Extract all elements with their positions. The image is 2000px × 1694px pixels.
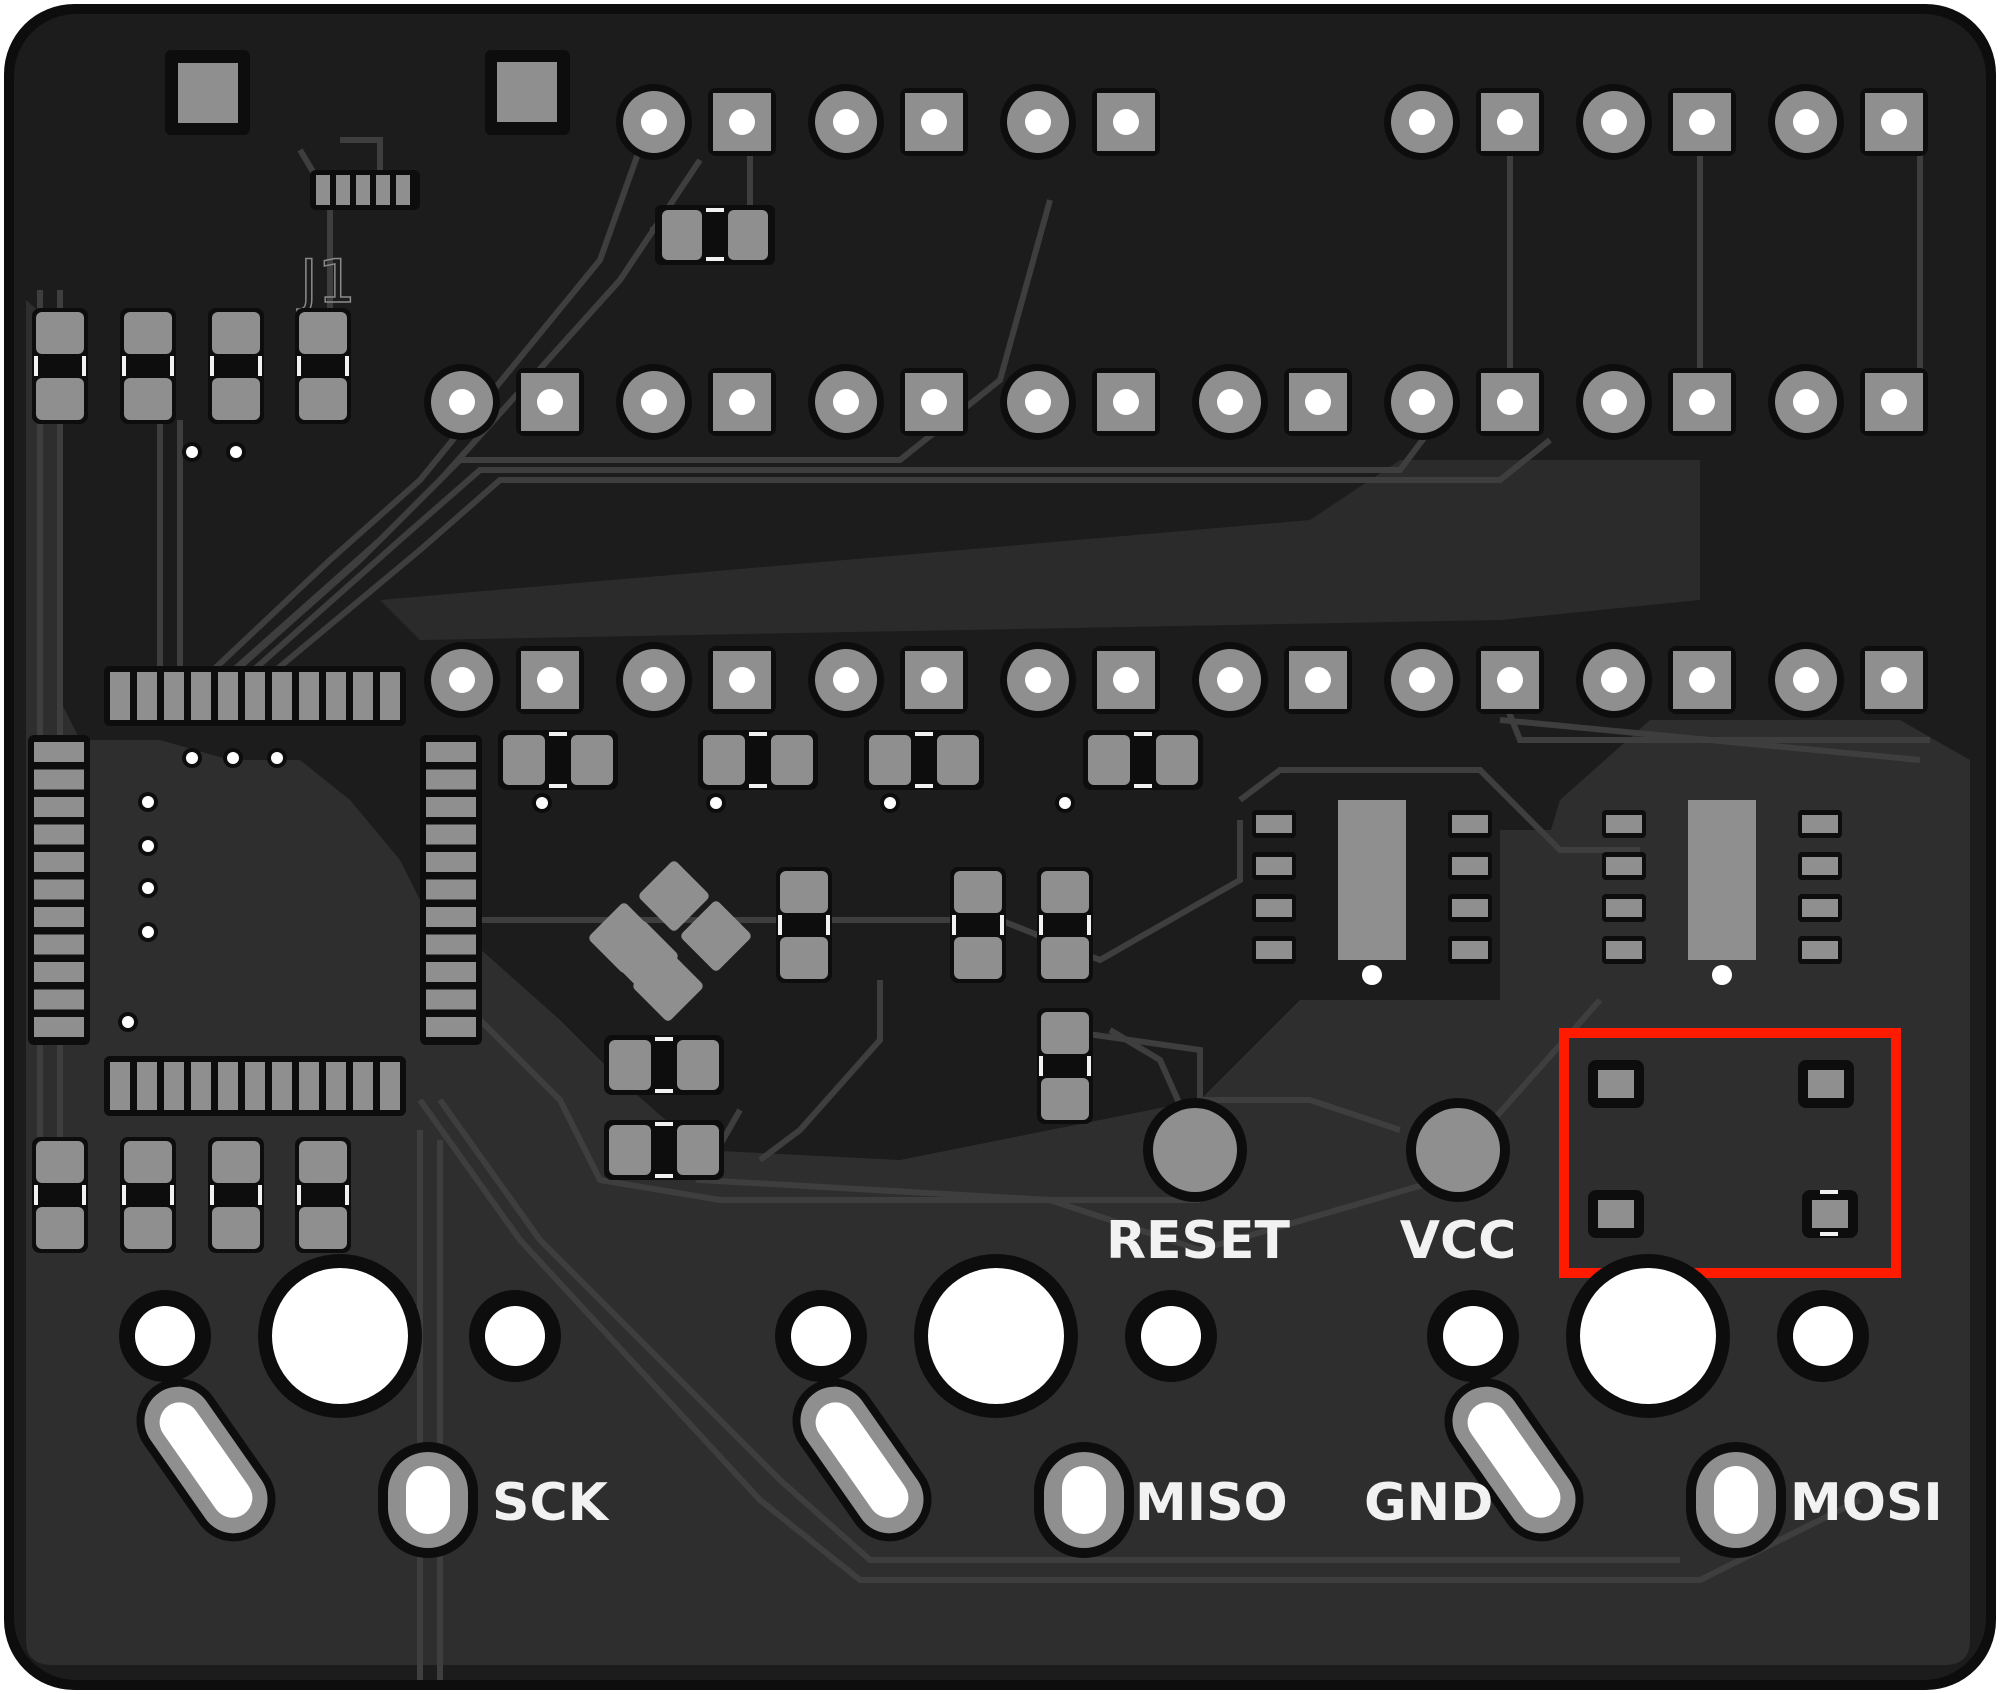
smd-cap-top — [655, 205, 775, 265]
j1-ref-label: J1 — [296, 247, 356, 317]
pcb-board: J1 RESET VCC SCK MISO GND MOSI — [0, 0, 2000, 1694]
label-reset: RESET — [1106, 1211, 1291, 1271]
label-vcc: VCC — [1400, 1211, 1517, 1271]
label-miso: MISO — [1135, 1473, 1288, 1533]
label-gnd: GND — [1364, 1473, 1493, 1533]
label-sck: SCK — [492, 1473, 610, 1533]
label-mosi: MOSI — [1790, 1473, 1943, 1533]
